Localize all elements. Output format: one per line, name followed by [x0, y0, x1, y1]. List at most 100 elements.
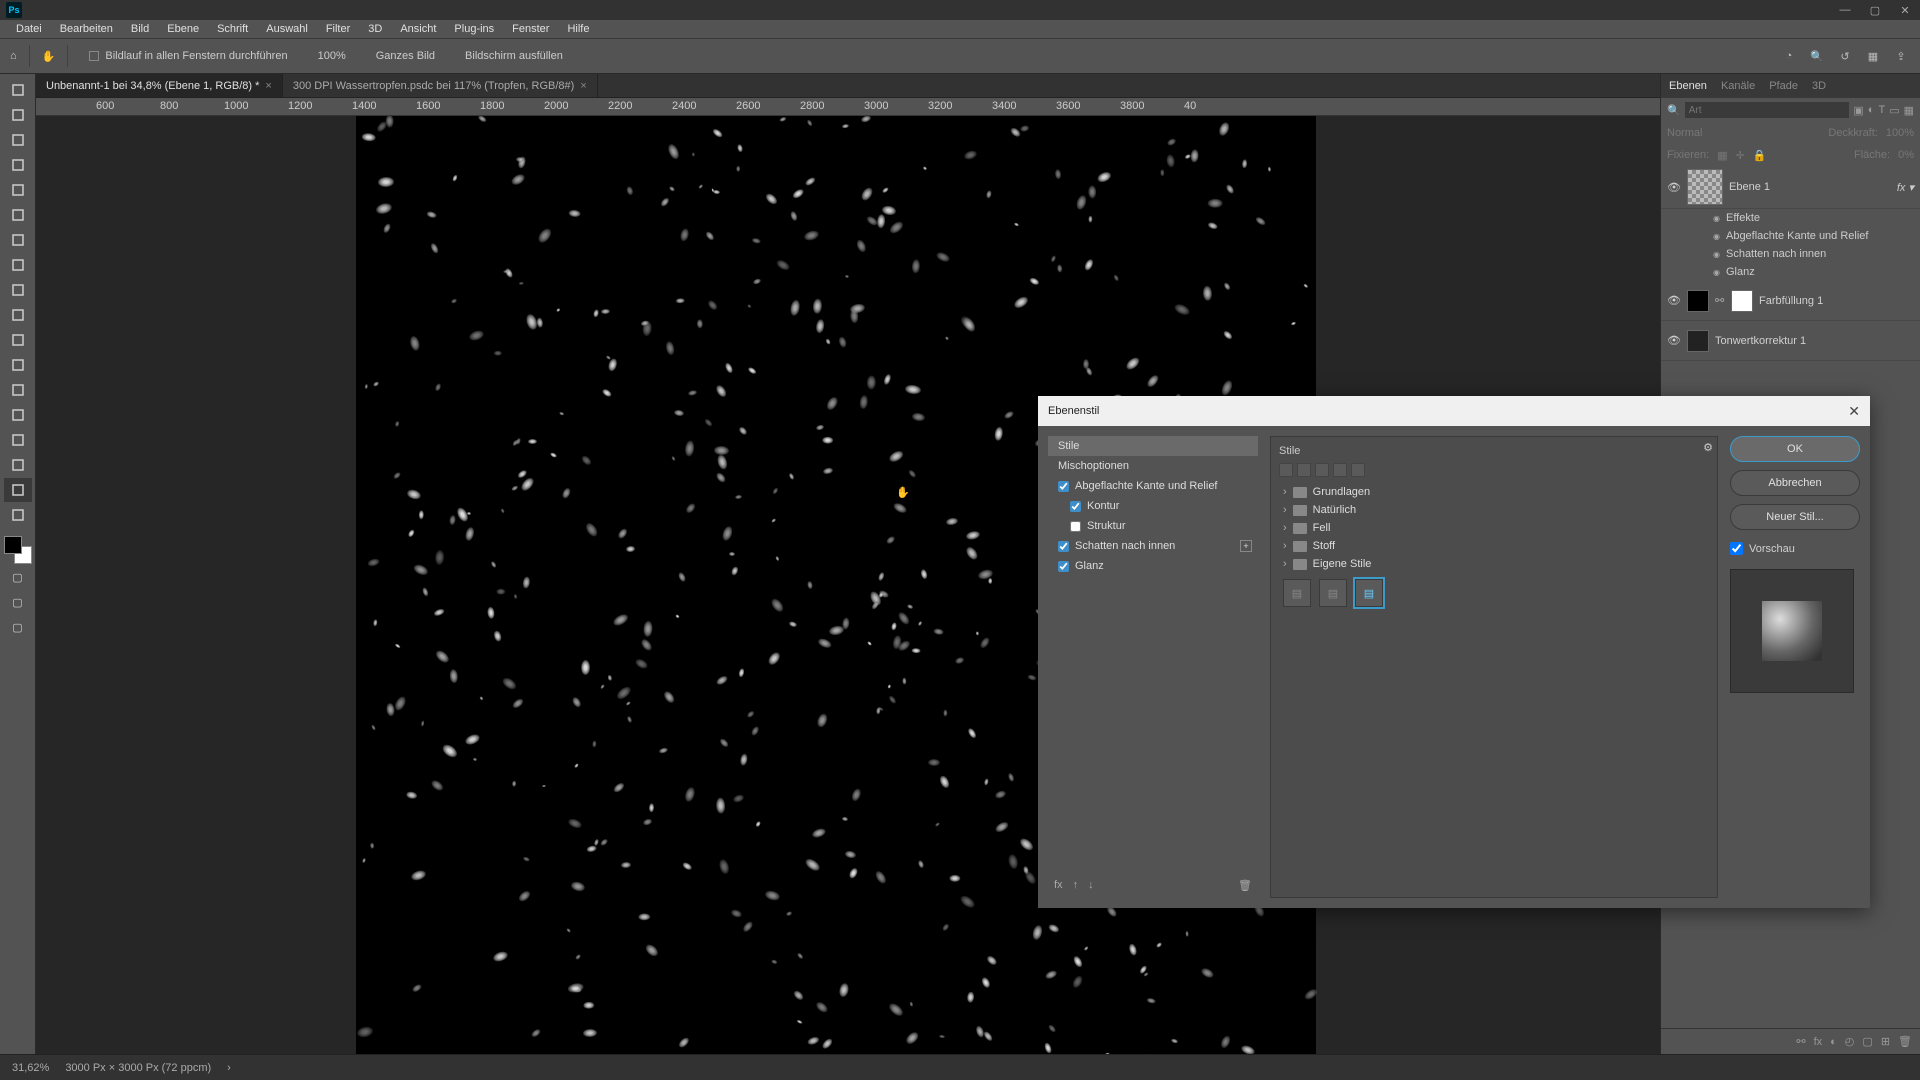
mask-icon[interactable]: ◐ — [1830, 1036, 1837, 1048]
maximize-button[interactable]: ▢ — [1860, 0, 1890, 20]
lock-position-icon[interactable]: ✛ — [1736, 149, 1745, 162]
close-button[interactable]: ✕ — [1890, 0, 1920, 20]
pen-tool[interactable] — [4, 378, 32, 402]
menu-schrift[interactable]: Schrift — [209, 21, 256, 37]
style-size-icon[interactable] — [1351, 463, 1365, 477]
panel-tab-pfade[interactable]: Pfade — [1769, 80, 1798, 92]
close-tab-icon[interactable]: × — [580, 80, 586, 92]
menu-datei[interactable]: Datei — [8, 21, 50, 37]
filter-icon[interactable]: 🔍 — [1667, 104, 1681, 117]
move-tool[interactable] — [4, 78, 32, 102]
style-folder[interactable]: Eigene Stile — [1279, 555, 1709, 573]
effect-item[interactable]: Schatten nach innen — [1661, 245, 1920, 263]
blend-mode-select[interactable]: Normal — [1667, 127, 1702, 139]
cloud-icon[interactable]: ◔ — [1780, 50, 1798, 63]
screen-mode-button[interactable]: ▢ — [4, 590, 32, 614]
doc-info[interactable]: 3000 Px × 3000 Px (72 ppcm) — [65, 1062, 211, 1074]
menu-auswahl[interactable]: Auswahl — [258, 21, 316, 37]
marquee-tool[interactable] — [4, 103, 32, 127]
fx-menu-icon[interactable]: fx — [1054, 879, 1063, 892]
fit-image-button[interactable]: Ganzes Bild — [367, 46, 444, 66]
clone-tool[interactable] — [4, 253, 32, 277]
style-preset-selected[interactable]: ▤ — [1355, 579, 1383, 607]
scroll-all-checkbox[interactable]: Bildlauf in allen Fenstern durchführen — [80, 46, 296, 66]
delete-layer-icon[interactable]: 🗑 — [1898, 1035, 1912, 1048]
style-size-icon[interactable] — [1279, 463, 1293, 477]
style-effect-item[interactable]: Glanz — [1048, 556, 1258, 576]
link-layers-icon[interactable]: ⚯ — [1796, 1035, 1805, 1048]
style-size-icon[interactable] — [1315, 463, 1329, 477]
effects-header[interactable]: Effekte — [1661, 209, 1920, 227]
style-folder[interactable]: Natürlich — [1279, 501, 1709, 519]
doc-info-chevron[interactable]: › — [227, 1062, 231, 1074]
style-effect-item[interactable]: Schatten nach innen+ — [1048, 536, 1258, 556]
filter-image-icon[interactable]: ▣ — [1853, 104, 1863, 117]
styles-header[interactable]: Stile — [1048, 436, 1258, 456]
path-tool[interactable] — [4, 428, 32, 452]
effect-checkbox[interactable] — [1058, 541, 1069, 552]
frame-tool[interactable] — [4, 178, 32, 202]
fx-icon[interactable]: fx — [1814, 1036, 1823, 1048]
foreground-swatch[interactable] — [4, 536, 22, 554]
add-effect-icon[interactable]: + — [1240, 540, 1252, 552]
layer-row[interactable]: 👁Tonwertkorrektur 1 — [1661, 321, 1920, 361]
zoom-100-button[interactable]: 100% — [309, 46, 355, 66]
effect-item[interactable]: Glanz — [1661, 263, 1920, 281]
visibility-icon[interactable]: 👁 — [1667, 334, 1681, 347]
eraser-tool[interactable] — [4, 278, 32, 302]
style-folder[interactable]: Fell — [1279, 519, 1709, 537]
shape-tool[interactable] — [4, 453, 32, 477]
move-up-icon[interactable]: ↑ — [1073, 879, 1079, 892]
effect-item[interactable]: Abgeflachte Kante und Relief — [1661, 227, 1920, 245]
quick-mask-button[interactable]: ▢ — [4, 565, 32, 589]
filter-adjust-icon[interactable]: ◐ — [1868, 104, 1875, 117]
filter-smart-icon[interactable]: ▦ — [1904, 104, 1914, 117]
menu-plug-ins[interactable]: Plug-ins — [446, 21, 502, 37]
layer-row[interactable]: 👁⚯Farbfüllung 1 — [1661, 281, 1920, 321]
menu-filter[interactable]: Filter — [318, 21, 358, 37]
style-folder[interactable]: Stoff — [1279, 537, 1709, 555]
gradient-tool[interactable] — [4, 303, 32, 327]
share-icon[interactable]: ⇪ — [1892, 50, 1910, 63]
menu-ansicht[interactable]: Ansicht — [392, 21, 444, 37]
blur-tool[interactable] — [4, 328, 32, 352]
cancel-button[interactable]: Abbrechen — [1730, 470, 1860, 496]
layer-filter-input[interactable] — [1685, 102, 1850, 118]
zoom-tool[interactable] — [4, 503, 32, 527]
style-effect-item[interactable]: Kontur — [1048, 496, 1258, 516]
new-layer-icon[interactable]: ⊞ — [1881, 1035, 1890, 1048]
new-style-button[interactable]: Neuer Stil... — [1730, 504, 1860, 530]
effect-checkbox[interactable] — [1070, 521, 1081, 532]
menu-hilfe[interactable]: Hilfe — [559, 21, 597, 37]
ok-button[interactable]: OK — [1730, 436, 1860, 462]
lock-pixels-icon[interactable]: ▦ — [1717, 149, 1727, 162]
layer-thumbnail[interactable] — [1687, 169, 1723, 205]
workspace-icon[interactable]: ▦ — [1864, 50, 1882, 63]
style-effect-item[interactable]: Struktur — [1048, 516, 1258, 536]
effect-checkbox[interactable] — [1058, 481, 1069, 492]
menu-bearbeiten[interactable]: Bearbeiten — [52, 21, 121, 37]
crop-tool[interactable] — [4, 153, 32, 177]
minimize-button[interactable]: — — [1830, 0, 1860, 20]
close-tab-icon[interactable]: × — [265, 80, 271, 92]
preview-checkbox[interactable]: Vorschau — [1730, 542, 1860, 555]
filter-shape-icon[interactable]: ▭ — [1889, 104, 1899, 117]
home-icon[interactable]: ⌂ — [10, 50, 17, 62]
visibility-icon[interactable]: 👁 — [1667, 181, 1681, 194]
style-size-icon[interactable] — [1297, 463, 1311, 477]
layer-thumbnail[interactable] — [1687, 290, 1709, 312]
lock-all-icon[interactable]: 🔒 — [1753, 149, 1767, 162]
search-icon[interactable]: 🔍 — [1808, 50, 1826, 63]
gear-icon[interactable]: ⚙ — [1703, 441, 1713, 454]
adjustment-icon[interactable]: ◴ — [1845, 1035, 1855, 1048]
hand-tool-icon[interactable]: ✋ — [42, 50, 56, 63]
zoom-status[interactable]: 31,62% — [12, 1062, 49, 1074]
effect-checkbox[interactable] — [1070, 501, 1081, 512]
menu-3d[interactable]: 3D — [360, 21, 390, 37]
lasso-tool[interactable] — [4, 128, 32, 152]
effect-checkbox[interactable] — [1058, 561, 1069, 572]
fill-screen-button[interactable]: Bildschirm ausfüllen — [456, 46, 572, 66]
history-icon[interactable]: ↺ — [1836, 50, 1854, 63]
panel-tab-3d[interactable]: 3D — [1812, 80, 1826, 92]
panel-tab-kanäle[interactable]: Kanäle — [1721, 80, 1755, 92]
